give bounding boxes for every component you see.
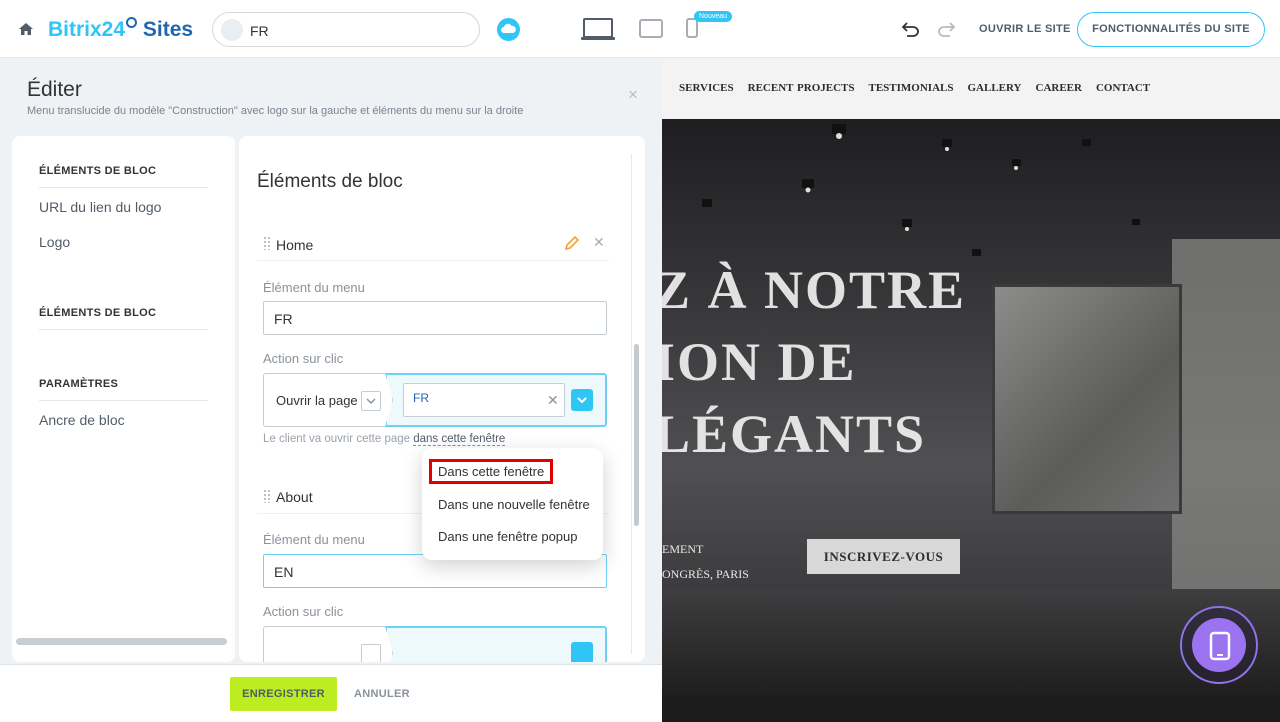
click-action-control: Ouvrir la page FR ✕ <box>263 373 607 427</box>
clear-target-icon[interactable]: ✕ <box>547 392 559 409</box>
nav-scrollbar[interactable] <box>16 638 227 645</box>
cloud-icon[interactable] <box>497 18 520 41</box>
site-selector[interactable]: FR <box>212 12 480 47</box>
nav-section-block-elements: ÉLÉMENTS DE BLOC <box>39 165 157 177</box>
signup-button[interactable]: INSCRIVEZ-VOUS <box>807 539 960 574</box>
hero-image: Z À NOTRE ION DE LÉGANTS EMENT ONGRÈS, P… <box>662 119 1280 697</box>
target-dropdown-button[interactable] <box>571 642 593 662</box>
action-target-value: FR <box>413 391 429 405</box>
click-action-label: Action sur clic <box>263 604 344 619</box>
hint-prefix: Le client va ouvrir cette page <box>263 433 411 445</box>
logo[interactable]: Bitrix24 Sites <box>48 17 193 42</box>
preview-menu: SERVICES RECENT PROJECTS TESTIMONIALS GALLE… <box>662 58 1280 119</box>
remove-item-icon[interactable]: ✕ <box>593 234 605 251</box>
open-mode-popup: Dans cette fenêtre Dans une nouvelle fen… <box>422 448 603 560</box>
preview-menu-item[interactable]: CAREER <box>1036 82 1082 94</box>
home-icon[interactable] <box>18 21 34 37</box>
edit-pencil-icon[interactable] <box>564 235 580 251</box>
nav-divider <box>39 187 208 188</box>
nav-item-logo[interactable]: Logo <box>39 234 70 250</box>
menu-item-input[interactable]: FR <box>263 301 607 335</box>
option-popup-window[interactable]: Dans une fenêtre popup <box>438 529 578 544</box>
action-type-value: Ouvrir la page <box>276 393 358 408</box>
action-type-select[interactable] <box>263 626 393 662</box>
action-target-area: FR ✕ <box>385 373 607 427</box>
form-scroll-track <box>631 154 632 654</box>
click-action-label: Action sur clic <box>263 351 344 366</box>
redo-icon[interactable] <box>938 21 955 37</box>
nav-section-block-elements-2[interactable]: ÉLÉMENTS DE BLOC <box>39 307 156 319</box>
site-preview: SERVICES RECENT PROJECTS TESTIMONIALS GALLE… <box>662 58 1280 722</box>
action-target-area <box>385 626 607 662</box>
tablet-view-icon[interactable] <box>639 19 663 38</box>
chevron-down-icon[interactable] <box>361 644 381 662</box>
new-badge: Nouveau <box>694 11 733 22</box>
logo-sites: Sites <box>142 18 194 41</box>
hero-title-line-1: Z À NOTRE <box>662 260 967 320</box>
menu-item-label: Élément du menu <box>263 532 365 547</box>
preview-menu-item[interactable]: SERVICES <box>679 82 734 94</box>
site-favicon-icon <box>221 19 243 41</box>
undo-icon[interactable] <box>902 21 919 37</box>
site-selector-label: FR <box>250 23 269 39</box>
preview-menu-items: SERVICES RECENT PROJECTS TESTIMONIALS GALLE… <box>679 82 1164 94</box>
target-dropdown-button[interactable] <box>571 389 593 411</box>
click-action-control <box>263 626 607 662</box>
hero-title-line-2: ION DE <box>662 332 857 392</box>
nav-item-block-anchor[interactable]: Ancre de bloc <box>39 412 125 428</box>
clock-icon <box>126 17 138 28</box>
item-divider <box>257 260 609 261</box>
editor-panel: Éditer Menu translucide du modèle "Const… <box>0 58 662 722</box>
save-button[interactable]: ENREGISTRER <box>230 677 337 711</box>
form-title: Éléments de bloc <box>257 171 403 192</box>
option-new-window[interactable]: Dans une nouvelle fenêtre <box>438 497 590 512</box>
close-icon[interactable]: × <box>628 85 638 105</box>
menu-item-name: Home <box>276 237 314 253</box>
panel-title: Éditer <box>27 78 82 101</box>
tablet-icon <box>1209 631 1231 661</box>
drag-handle-icon[interactable] <box>263 489 271 503</box>
top-bar: Bitrix24 Sites FR Nouveau OUVRIR LE SITE… <box>0 0 1280 58</box>
nav-divider <box>39 400 208 401</box>
site-features-button[interactable]: FONCTIONNALITÉS DU SITE <box>1077 12 1265 47</box>
open-mode-link[interactable]: dans cette fenêtre <box>413 433 506 446</box>
panel-nav: ÉLÉMENTS DE BLOC URL du lien du logo Log… <box>12 136 235 662</box>
block-elements-form: Éléments de bloc Home ✕ Élément du menu … <box>239 136 645 662</box>
hero-subtitle-2: ONGRÈS, PARIS <box>662 567 749 581</box>
preview-menu-item[interactable]: GALLERY <box>967 82 1021 94</box>
open-mode-hint: Le client va ouvrir cette page dans cett… <box>263 433 506 446</box>
preview-bottom-strip <box>662 697 1280 722</box>
option-same-window[interactable]: Dans cette fenêtre <box>429 459 554 484</box>
preview-menu-item[interactable]: TESTIMONIALS <box>869 82 954 94</box>
menu-item-name: About <box>276 489 313 505</box>
desktop-view-icon[interactable] <box>581 17 615 41</box>
open-site-link[interactable]: OUVRIR LE SITE <box>979 23 1071 35</box>
chevron-down-icon[interactable] <box>361 391 381 411</box>
menu-item-label: Élément du menu <box>263 280 365 295</box>
form-scrollbar[interactable] <box>634 344 639 526</box>
nav-item-logo-url[interactable]: URL du lien du logo <box>39 199 161 215</box>
action-target-field[interactable]: FR ✕ <box>403 383 565 417</box>
action-type-select[interactable]: Ouvrir la page <box>263 373 393 427</box>
nav-section-settings: PARAMÈTRES <box>39 378 119 390</box>
hero-subtitle-1: EMENT <box>662 542 704 556</box>
logo-text: Bitrix24 <box>48 18 126 41</box>
preview-menu-item[interactable]: CONTACT <box>1096 82 1150 94</box>
preview-menu-item[interactable]: RECENT PROJECTS <box>748 82 855 94</box>
drag-handle-icon[interactable] <box>263 236 271 250</box>
panel-subtitle: Menu translucide du modèle "Construction… <box>27 105 524 117</box>
cancel-button[interactable]: ANNULER <box>354 688 410 700</box>
bottom-bar: ENREGISTRER ANNULER <box>0 664 662 722</box>
hero-title-line-3: LÉGANTS <box>662 404 927 464</box>
nav-divider <box>39 329 208 330</box>
mobile-preview-button[interactable] <box>1180 606 1258 684</box>
